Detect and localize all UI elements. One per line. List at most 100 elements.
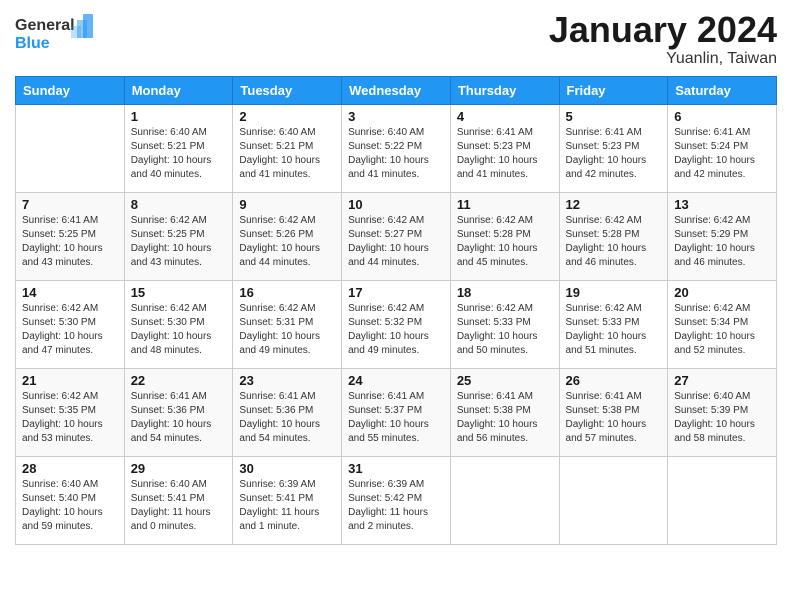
day-info: Sunrise: 6:42 AM Sunset: 5:25 PM Dayligh… (131, 214, 227, 270)
calendar-cell (668, 456, 777, 544)
day-number: 6 (674, 109, 770, 124)
day-number: 22 (131, 373, 227, 388)
calendar-cell: 14 Sunrise: 6:42 AM Sunset: 5:30 PM Dayli… (16, 280, 125, 368)
day-info: Sunrise: 6:39 AM Sunset: 5:41 PM Dayligh… (239, 478, 335, 534)
day-info: Sunrise: 6:40 AM Sunset: 5:39 PM Dayligh… (674, 390, 770, 446)
day-number: 3 (348, 109, 444, 124)
day-info: Sunrise: 6:42 AM Sunset: 5:34 PM Dayligh… (674, 302, 770, 358)
day-number: 14 (22, 285, 118, 300)
day-info: Sunrise: 6:41 AM Sunset: 5:24 PM Dayligh… (674, 126, 770, 182)
svg-text:Blue: Blue (15, 35, 50, 52)
day-info: Sunrise: 6:40 AM Sunset: 5:40 PM Dayligh… (22, 478, 118, 534)
calendar-cell: 5 Sunrise: 6:41 AM Sunset: 5:23 PM Daylig… (559, 104, 668, 192)
day-number: 11 (457, 197, 553, 212)
calendar-cell: 15Sunrise: 6:42 AM Sunset: 5:30 PM Dayli… (124, 280, 233, 368)
day-number: 13 (674, 197, 770, 212)
day-info: Sunrise: 6:41 AM Sunset: 5:38 PM Dayligh… (457, 390, 553, 446)
day-number: 8 (131, 197, 227, 212)
day-info: Sunrise: 6:42 AM Sunset: 5:33 PM Dayligh… (457, 302, 553, 358)
day-info: Sunrise: 6:41 AM Sunset: 5:36 PM Dayligh… (131, 390, 227, 446)
day-info: Sunrise: 6:42 AM Sunset: 5:28 PM Dayligh… (566, 214, 662, 270)
day-number: 24 (348, 373, 444, 388)
day-info: Sunrise: 6:39 AM Sunset: 5:42 PM Dayligh… (348, 478, 444, 534)
calendar-cell: 27 Sunrise: 6:40 AM Sunset: 5:39 PM Dayli… (668, 368, 777, 456)
day-info: Sunrise: 6:41 AM Sunset: 5:25 PM Dayligh… (22, 214, 118, 270)
day-info: Sunrise: 6:42 AM Sunset: 5:27 PM Dayligh… (348, 214, 444, 270)
day-number: 4 (457, 109, 553, 124)
day-number: 18 (457, 285, 553, 300)
day-number: 28 (22, 461, 118, 476)
page: General Blue January 2024 Yuanlin, Taiwa… (0, 0, 792, 560)
day-info: Sunrise: 6:42 AM Sunset: 5:28 PM Dayligh… (457, 214, 553, 270)
calendar-cell: 26 Sunrise: 6:41 AM Sunset: 5:38 PM Dayli… (559, 368, 668, 456)
calendar-cell (559, 456, 668, 544)
calendar-table: SundayMondayTuesdayWednesdayThursdayFrid… (15, 76, 777, 545)
svg-text:General: General (15, 17, 75, 34)
day-info: Sunrise: 6:42 AM Sunset: 5:26 PM Dayligh… (239, 214, 335, 270)
day-of-week-header: Monday (124, 76, 233, 104)
day-of-week-header: Wednesday (342, 76, 451, 104)
day-number: 5 (566, 109, 662, 124)
calendar-cell: 21Sunrise: 6:42 AM Sunset: 5:35 PM Dayli… (16, 368, 125, 456)
day-info: Sunrise: 6:42 AM Sunset: 5:33 PM Dayligh… (566, 302, 662, 358)
day-info: Sunrise: 6:42 AM Sunset: 5:29 PM Dayligh… (674, 214, 770, 270)
day-info: Sunrise: 6:42 AM Sunset: 5:30 PM Dayligh… (22, 302, 118, 358)
day-of-week-header: Friday (559, 76, 668, 104)
calendar-cell: 18 Sunrise: 6:42 AM Sunset: 5:33 PM Dayli… (450, 280, 559, 368)
calendar-cell: 31Sunrise: 6:39 AM Sunset: 5:42 PM Dayli… (342, 456, 451, 544)
day-number: 9 (239, 197, 335, 212)
calendar-cell (16, 104, 125, 192)
calendar-cell: 17Sunrise: 6:42 AM Sunset: 5:32 PM Dayli… (342, 280, 451, 368)
day-info: Sunrise: 6:41 AM Sunset: 5:23 PM Dayligh… (566, 126, 662, 182)
calendar-subtitle: Yuanlin, Taiwan (549, 50, 777, 68)
day-number: 7 (22, 197, 118, 212)
calendar-cell: 1 Sunrise: 6:40 AM Sunset: 5:21 PM Daylig… (124, 104, 233, 192)
calendar-cell: 19Sunrise: 6:42 AM Sunset: 5:33 PM Dayli… (559, 280, 668, 368)
calendar-cell: 20 Sunrise: 6:42 AM Sunset: 5:34 PM Dayli… (668, 280, 777, 368)
day-number: 16 (239, 285, 335, 300)
logo: General Blue (15, 10, 95, 57)
calendar-cell: 12 Sunrise: 6:42 AM Sunset: 5:28 PM Dayli… (559, 192, 668, 280)
day-number: 1 (131, 109, 227, 124)
calendar-cell: 3 Sunrise: 6:40 AM Sunset: 5:22 PM Daylig… (342, 104, 451, 192)
day-number: 27 (674, 373, 770, 388)
day-info: Sunrise: 6:40 AM Sunset: 5:21 PM Dayligh… (131, 126, 227, 182)
calendar-week-row: 14 Sunrise: 6:42 AM Sunset: 5:30 PM Dayli… (16, 280, 777, 368)
day-number: 12 (566, 197, 662, 212)
calendar-cell: 29Sunrise: 6:40 AM Sunset: 5:41 PM Dayli… (124, 456, 233, 544)
calendar-cell: 24 Sunrise: 6:41 AM Sunset: 5:37 PM Dayli… (342, 368, 451, 456)
calendar-cell: 23Sunrise: 6:41 AM Sunset: 5:36 PM Dayli… (233, 368, 342, 456)
day-of-week-header: Thursday (450, 76, 559, 104)
day-number: 23 (239, 373, 335, 388)
calendar-week-row: 1 Sunrise: 6:40 AM Sunset: 5:21 PM Daylig… (16, 104, 777, 192)
calendar-week-row: 21Sunrise: 6:42 AM Sunset: 5:35 PM Dayli… (16, 368, 777, 456)
calendar-cell: 8 Sunrise: 6:42 AM Sunset: 5:25 PM Daylig… (124, 192, 233, 280)
header: General Blue January 2024 Yuanlin, Taiwa… (15, 10, 777, 68)
calendar-cell: 7 Sunrise: 6:41 AM Sunset: 5:25 PM Daylig… (16, 192, 125, 280)
day-info: Sunrise: 6:40 AM Sunset: 5:21 PM Dayligh… (239, 126, 335, 182)
day-info: Sunrise: 6:41 AM Sunset: 5:37 PM Dayligh… (348, 390, 444, 446)
day-info: Sunrise: 6:40 AM Sunset: 5:22 PM Dayligh… (348, 126, 444, 182)
day-number: 15 (131, 285, 227, 300)
day-number: 10 (348, 197, 444, 212)
calendar-cell: 25Sunrise: 6:41 AM Sunset: 5:38 PM Dayli… (450, 368, 559, 456)
calendar-cell: 2 Sunrise: 6:40 AM Sunset: 5:21 PM Daylig… (233, 104, 342, 192)
day-of-week-header: Tuesday (233, 76, 342, 104)
header-row: SundayMondayTuesdayWednesdayThursdayFrid… (16, 76, 777, 104)
day-number: 2 (239, 109, 335, 124)
calendar-cell: 9 Sunrise: 6:42 AM Sunset: 5:26 PM Daylig… (233, 192, 342, 280)
day-number: 26 (566, 373, 662, 388)
day-info: Sunrise: 6:40 AM Sunset: 5:41 PM Dayligh… (131, 478, 227, 534)
day-info: Sunrise: 6:42 AM Sunset: 5:32 PM Dayligh… (348, 302, 444, 358)
day-info: Sunrise: 6:42 AM Sunset: 5:35 PM Dayligh… (22, 390, 118, 446)
calendar-cell: 10 Sunrise: 6:42 AM Sunset: 5:27 PM Dayli… (342, 192, 451, 280)
day-info: Sunrise: 6:42 AM Sunset: 5:31 PM Dayligh… (239, 302, 335, 358)
calendar-cell: 13 Sunrise: 6:42 AM Sunset: 5:29 PM Dayli… (668, 192, 777, 280)
calendar-cell (450, 456, 559, 544)
calendar-cell: 22 Sunrise: 6:41 AM Sunset: 5:36 PM Dayli… (124, 368, 233, 456)
calendar-cell: 16 Sunrise: 6:42 AM Sunset: 5:31 PM Dayli… (233, 280, 342, 368)
calendar-title: January 2024 (549, 10, 777, 50)
day-number: 20 (674, 285, 770, 300)
day-info: Sunrise: 6:41 AM Sunset: 5:38 PM Dayligh… (566, 390, 662, 446)
day-of-week-header: Saturday (668, 76, 777, 104)
